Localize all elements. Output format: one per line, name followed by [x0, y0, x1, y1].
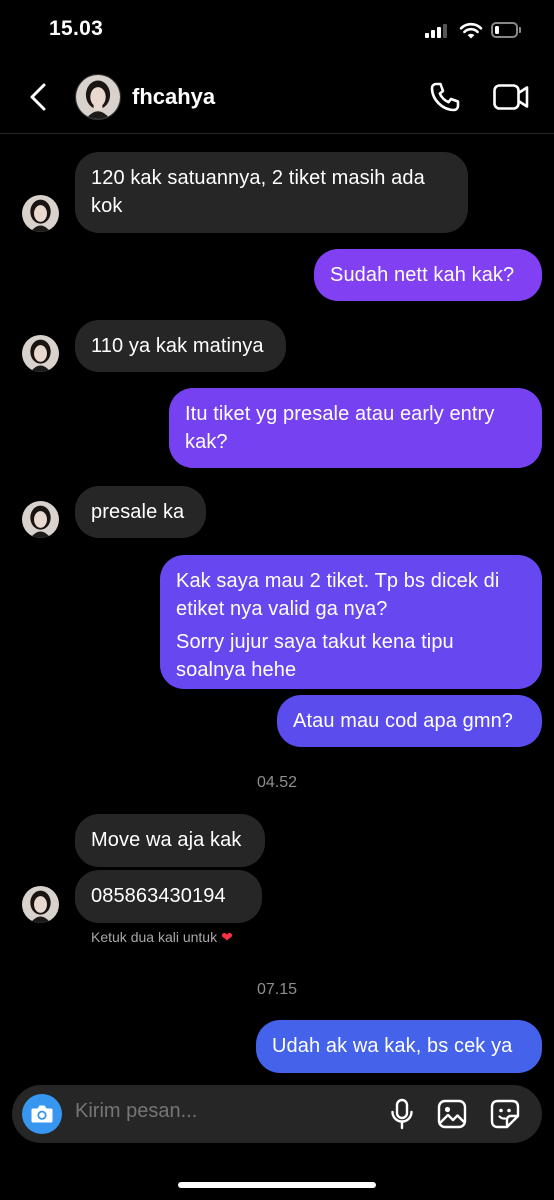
- message-bubble-outgoing[interactable]: Itu tiket yg presale atau early entry ka…: [169, 388, 542, 468]
- message-text: 085863430194: [91, 885, 226, 907]
- message-bubble-outgoing[interactable]: Udah ak wa kak, bs cek ya: [256, 1020, 542, 1073]
- message-text: Move wa aja kak: [91, 829, 242, 851]
- sticker-icon[interactable]: [490, 1099, 520, 1129]
- camera-icon: [31, 1105, 53, 1123]
- message-text: Sudah nett kah kak?: [330, 264, 515, 286]
- timestamp: 07.15: [256, 981, 298, 998]
- status-time: 15.03: [49, 17, 104, 40]
- message-text: 120 kak satuannya, 2 tiket masih ada kok: [91, 167, 425, 217]
- chat-header: fhcahya: [0, 60, 554, 134]
- status-bar: 15.03: [0, 0, 554, 60]
- chevron-left-icon[interactable]: [24, 80, 54, 114]
- sender-avatar: [22, 335, 59, 372]
- message-bubble-outgoing[interactable]: Atau mau cod apa gmn?: [277, 695, 542, 747]
- video-camera-icon[interactable]: [492, 82, 530, 112]
- message-text: presale ka: [91, 501, 185, 523]
- message-bubble-incoming[interactable]: Move wa aja kak: [75, 814, 265, 867]
- battery-icon: [491, 22, 521, 38]
- sender-avatar: [22, 195, 59, 232]
- message-bubble-outgoing[interactable]: Kak saya mau 2 tiket. Tp bs dicek di eti…: [160, 555, 542, 689]
- home-indicator[interactable]: [178, 1182, 376, 1188]
- message-input[interactable]: [75, 1100, 375, 1123]
- camera-button[interactable]: [22, 1094, 62, 1134]
- message-text: Atau mau cod apa gmn?: [293, 710, 514, 732]
- wifi-icon: [459, 22, 483, 39]
- message-composer: [12, 1085, 542, 1143]
- message-text: 110 ya kak matinya: [91, 335, 264, 357]
- message-bubble-incoming[interactable]: 110 ya kak matinya: [75, 320, 286, 372]
- contact-name[interactable]: fhcahya: [132, 84, 215, 110]
- phone-icon[interactable]: [428, 80, 462, 114]
- image-icon[interactable]: [437, 1099, 467, 1129]
- timestamp: 04.52: [256, 774, 298, 791]
- message-bubble-incoming[interactable]: 120 kak satuannya, 2 tiket masih ada kok: [75, 152, 468, 233]
- heart-icon: ❤: [221, 929, 233, 945]
- sender-avatar: [22, 501, 59, 538]
- contact-avatar[interactable]: [75, 74, 121, 120]
- message-text: Udah ak wa kak, bs cek ya: [272, 1035, 513, 1057]
- microphone-icon[interactable]: [389, 1098, 415, 1130]
- message-text: Sorry jujur saya takut kena tipu soalnya…: [176, 631, 454, 681]
- message-bubble-incoming[interactable]: 085863430194: [75, 870, 262, 923]
- cellular-signal-icon: [425, 24, 449, 38]
- message-text: Kak saya mau 2 tiket. Tp bs dicek di eti…: [176, 570, 500, 620]
- double-tap-hint: Ketuk dua kali untuk ❤: [91, 929, 233, 946]
- double-tap-hint-text: Ketuk dua kali untuk: [91, 929, 218, 945]
- message-bubble-outgoing[interactable]: Sudah nett kah kak?: [314, 249, 542, 301]
- sender-avatar: [22, 886, 59, 923]
- message-bubble-incoming[interactable]: presale ka: [75, 486, 206, 538]
- message-text: Itu tiket yg presale atau early entry ka…: [185, 403, 495, 453]
